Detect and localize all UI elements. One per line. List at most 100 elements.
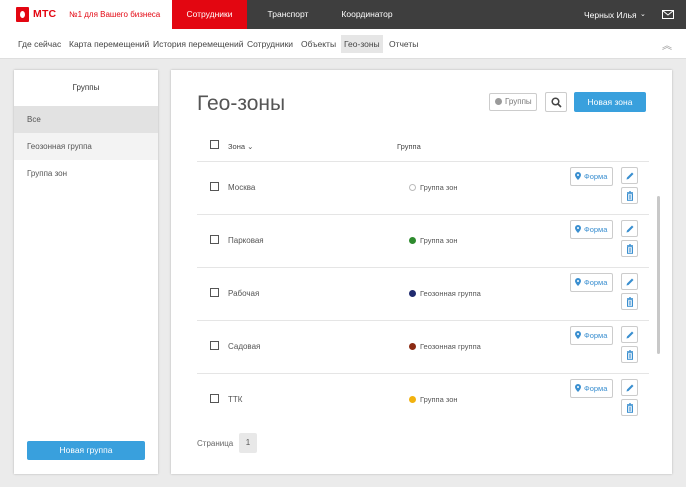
table-row: Садовая Геозонная группа Форма — [171, 321, 672, 374]
edit-button[interactable] — [621, 220, 638, 237]
edit-button[interactable] — [621, 167, 638, 184]
column-zone-label: Зона — [228, 142, 246, 151]
trash-icon — [627, 350, 633, 360]
form-button[interactable]: Форма — [570, 379, 613, 398]
pencil-icon — [626, 278, 634, 286]
delete-button[interactable] — [621, 240, 638, 257]
row-checkbox[interactable] — [210, 235, 219, 244]
table-row: ТТК Группа зон Форма — [171, 374, 672, 427]
form-button-label: Форма — [584, 172, 608, 181]
column-zone-header[interactable]: Зона ⌄ — [228, 142, 253, 151]
zone-group: Группа зон — [409, 236, 458, 245]
group-color-dot — [409, 396, 416, 403]
sub-nav: Где сейчас Карта перемещений История пер… — [0, 29, 686, 59]
zone-name: Садовая — [228, 342, 261, 351]
trash-icon — [627, 403, 633, 413]
pencil-icon — [626, 331, 634, 339]
search-button[interactable] — [545, 92, 567, 112]
form-button-label: Форма — [584, 331, 608, 340]
zone-group: Геозонная группа — [409, 342, 481, 351]
group-color-dot — [409, 343, 416, 350]
zone-group-label: Группа зон — [420, 395, 458, 404]
sort-chevron-icon: ⌄ — [247, 142, 254, 151]
form-button[interactable]: Форма — [570, 220, 613, 239]
column-group-header: Группа — [397, 142, 421, 151]
form-button-label: Форма — [584, 225, 608, 234]
zone-name: Рабочая — [228, 289, 260, 298]
chevron-down-icon[interactable]: ⌄ — [640, 10, 646, 18]
groups-panel-title: Группы — [72, 83, 100, 92]
map-pin-icon — [575, 384, 581, 392]
row-checkbox[interactable] — [210, 288, 219, 297]
brand-slogan: №1 для Вашего бизнеса — [69, 10, 161, 19]
delete-button[interactable] — [621, 346, 638, 363]
edit-button[interactable] — [621, 326, 638, 343]
select-all-checkbox[interactable] — [210, 140, 219, 149]
delete-button[interactable] — [621, 399, 638, 416]
map-pin-icon — [575, 278, 581, 286]
map-pin-icon — [575, 225, 581, 233]
mts-logo-icon — [16, 7, 29, 22]
brand-name: МТС — [33, 8, 57, 20]
table-row: Парковая Группа зон Форма — [171, 215, 672, 268]
zone-name: Парковая — [228, 236, 264, 245]
zone-group-label: Группа зон — [420, 236, 458, 245]
edit-button[interactable] — [621, 273, 638, 290]
subnav-movement-map[interactable]: Карта перемещений — [66, 35, 152, 53]
table-row: Рабочая Геозонная группа Форма — [171, 268, 672, 321]
groups-filter-button[interactable]: Группы — [489, 93, 537, 111]
subnav-geozones[interactable]: Гео-зоны — [341, 35, 383, 53]
group-item-geozone-group[interactable]: Геозонная группа — [14, 133, 158, 160]
top-tab-coordinator[interactable]: Координатор — [330, 0, 404, 29]
group-color-dot — [409, 237, 416, 244]
groups-panel: Группы Все Геозонная группа Группа зон Н… — [14, 70, 158, 474]
form-button[interactable]: Форма — [570, 326, 613, 345]
row-checkbox[interactable] — [210, 182, 219, 191]
zone-group-label: Геозонная группа — [420, 289, 481, 298]
map-pin-icon — [575, 172, 581, 180]
zone-group: Группа зон — [409, 183, 458, 192]
pencil-icon — [626, 172, 634, 180]
groups-filter-label: Группы — [505, 97, 532, 106]
trash-icon — [627, 244, 633, 254]
zone-group: Геозонная группа — [409, 289, 481, 298]
page-title: Гео-зоны — [197, 92, 286, 115]
page-button[interactable]: 1 — [239, 433, 257, 453]
zone-group: Группа зон — [409, 395, 458, 404]
top-tab-transport[interactable]: Транспорт — [252, 0, 324, 29]
brand-area[interactable]: МТС №1 для Вашего бизнеса — [0, 0, 172, 29]
new-zone-button[interactable]: Новая зона — [574, 92, 646, 112]
form-button[interactable]: Форма — [570, 167, 613, 186]
user-menu[interactable]: Черных Илья — [584, 10, 637, 20]
filter-dot-icon — [495, 98, 502, 105]
subnav-where-now[interactable]: Где сейчас — [15, 35, 64, 53]
row-checkbox[interactable] — [210, 341, 219, 350]
edit-button[interactable] — [621, 379, 638, 396]
subnav-objects[interactable]: Объекты — [298, 35, 339, 53]
row-checkbox[interactable] — [210, 394, 219, 403]
mail-icon[interactable] — [662, 9, 674, 20]
search-icon — [551, 97, 562, 108]
top-tab-employees[interactable]: Сотрудники — [172, 0, 247, 29]
delete-button[interactable] — [621, 293, 638, 310]
trash-icon — [627, 297, 633, 307]
collapse-icon[interactable]: ︽ — [662, 37, 672, 52]
pencil-icon — [626, 384, 634, 392]
subnav-reports[interactable]: Отчеты — [386, 35, 421, 53]
form-button[interactable]: Форма — [570, 273, 613, 292]
group-item-all[interactable]: Все — [14, 106, 158, 133]
table-row: Москва Группа зон Форма — [171, 162, 672, 215]
scrollbar[interactable] — [657, 196, 660, 354]
map-pin-icon — [575, 331, 581, 339]
form-button-label: Форма — [584, 384, 608, 393]
geozones-panel: Гео-зоны Группы Новая зона Зона ⌄ Группа… — [171, 70, 672, 474]
subnav-employees[interactable]: Сотрудники — [244, 35, 296, 53]
delete-button[interactable] — [621, 187, 638, 204]
form-button-label: Форма — [584, 278, 608, 287]
subnav-movement-history[interactable]: История перемещений — [150, 35, 247, 53]
zone-name: ТТК — [228, 395, 243, 404]
group-item-zone-group[interactable]: Группа зон — [14, 160, 158, 187]
zone-group-label: Группа зон — [420, 183, 458, 192]
new-group-button[interactable]: Новая группа — [27, 441, 145, 460]
pagination-label: Страница — [197, 439, 234, 448]
